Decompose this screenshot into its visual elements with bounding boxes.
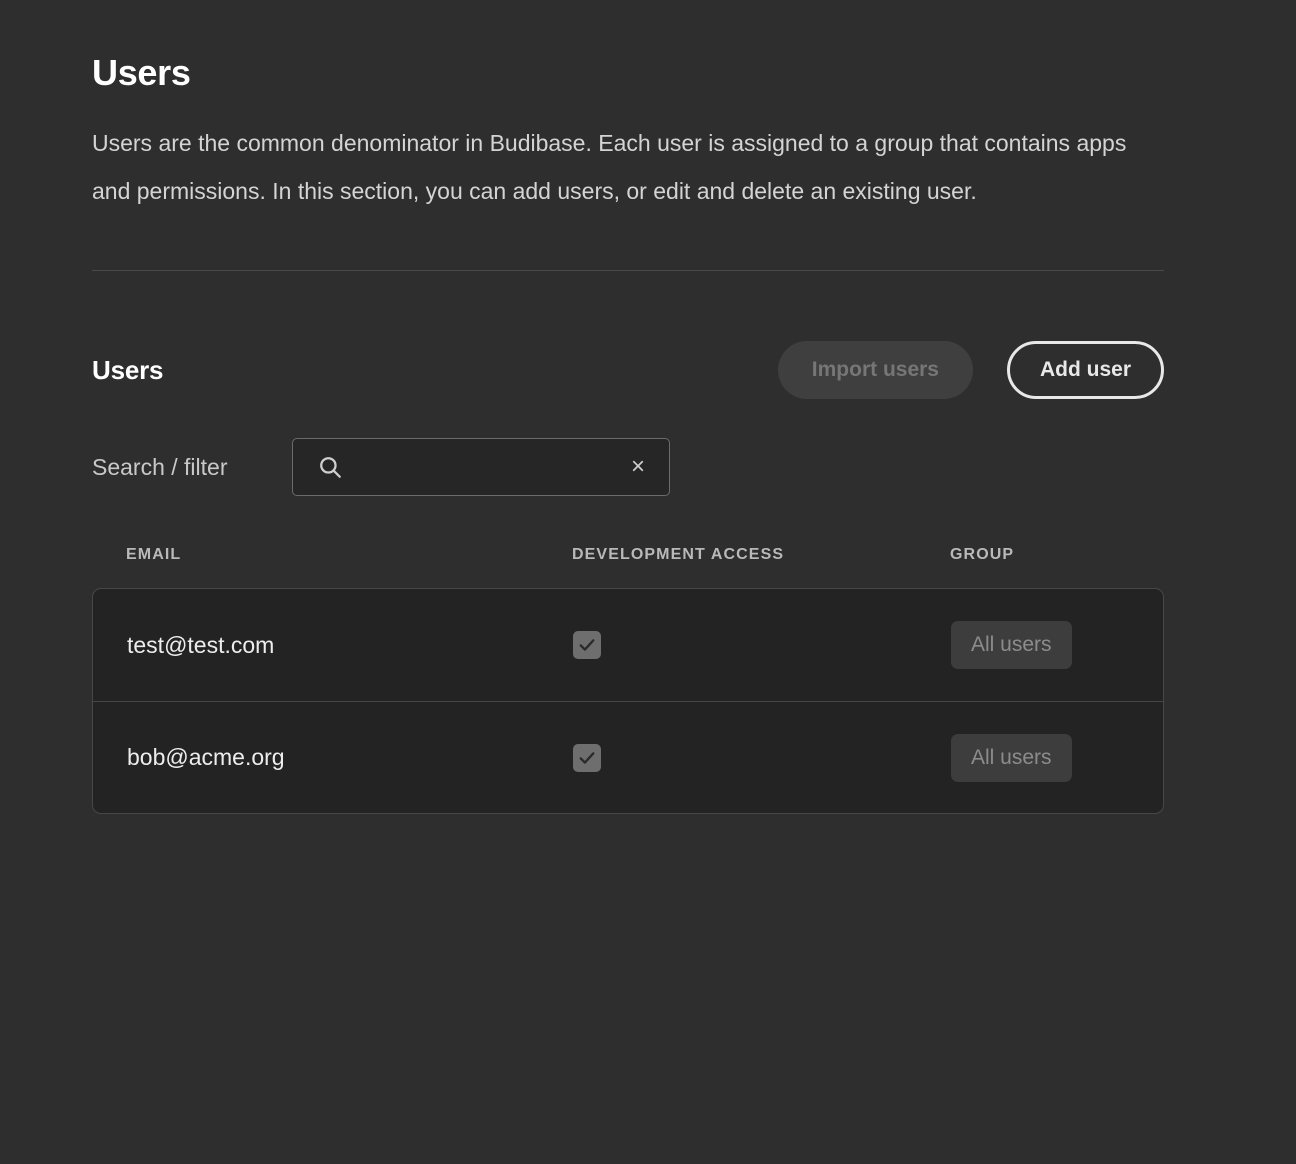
cell-email: test@test.com xyxy=(127,631,275,658)
development-access-checkbox[interactable] xyxy=(573,743,601,772)
table-row[interactable]: test@test.com All users xyxy=(93,589,1163,701)
add-user-button[interactable]: Add user xyxy=(1006,341,1164,400)
column-header-development-access: DEVELOPMENT ACCESS xyxy=(572,546,785,564)
section-divider xyxy=(92,270,1164,272)
search-filter-row: Search / filter × xyxy=(92,438,1164,497)
column-header-email: EMAIL xyxy=(126,546,182,564)
table-row[interactable]: bob@acme.org All users xyxy=(93,701,1163,813)
group-badge[interactable]: All users xyxy=(951,621,1072,670)
page-title: Users xyxy=(92,52,191,93)
cell-group: All users xyxy=(951,621,1131,670)
users-page: Users Users are the common denominator i… xyxy=(0,0,1296,1164)
users-table: EMAIL DEVELOPMENT ACCESS GROUP test@test… xyxy=(92,536,1164,815)
column-header-group: GROUP xyxy=(950,546,1015,564)
close-icon[interactable]: × xyxy=(625,454,651,480)
group-badge[interactable]: All users xyxy=(951,733,1072,782)
search-box[interactable]: × xyxy=(292,438,670,497)
section-actions: Import users Add user xyxy=(777,341,1164,400)
development-access-checkbox[interactable] xyxy=(573,631,601,660)
page-description: Users are the common denominator in Budi… xyxy=(92,130,1127,205)
users-section-header: Users Import users Add user xyxy=(92,341,1164,400)
check-icon xyxy=(579,639,595,652)
section-title: Users xyxy=(92,354,164,385)
import-users-button[interactable]: Import users xyxy=(777,341,973,400)
cell-development-access xyxy=(573,631,951,660)
cell-development-access xyxy=(573,743,951,772)
cell-email: bob@acme.org xyxy=(127,744,285,771)
search-label: Search / filter xyxy=(92,453,228,480)
search-input[interactable] xyxy=(293,439,669,496)
table-body: test@test.com All users bob@acme.org All… xyxy=(92,588,1164,815)
table-header-row: EMAIL DEVELOPMENT ACCESS GROUP xyxy=(92,536,1164,574)
check-icon xyxy=(579,752,595,764)
cell-group: All users xyxy=(951,733,1131,782)
